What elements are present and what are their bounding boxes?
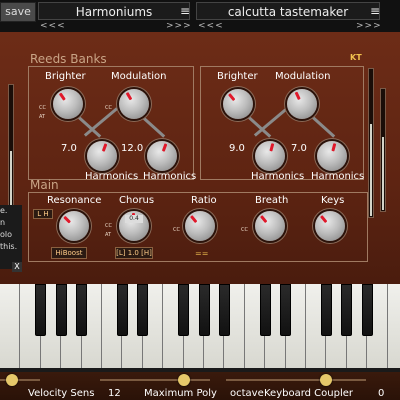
tooltip-line: n xyxy=(0,218,6,227)
brighter-knob[interactable] xyxy=(223,89,253,119)
resonance-knob[interactable] xyxy=(59,211,89,241)
save-button[interactable]: save xyxy=(0,2,36,22)
black-key[interactable] xyxy=(320,284,332,336)
piano-keyboard xyxy=(0,284,400,372)
black-key[interactable] xyxy=(35,284,47,336)
coupler-slider-handle[interactable] xyxy=(320,374,332,386)
bottom-bar: Velocity Sens 12 Maximum Poly octave Key… xyxy=(0,372,400,400)
preset-name-select[interactable]: calcutta tastemaker xyxy=(196,2,380,20)
max-poly-slider-handle[interactable] xyxy=(178,374,190,386)
reed-bank-1: Brighter Modulation CC AT CC 7.0 12.0 Ha… xyxy=(28,66,197,182)
resonance-label: Resonance xyxy=(47,195,102,206)
coupler-slider-track[interactable] xyxy=(226,379,366,381)
cc-tag: CC xyxy=(105,105,112,111)
category-menu-icon[interactable]: ≡ xyxy=(178,3,192,19)
modulation-knob[interactable] xyxy=(287,89,317,119)
chorus-label: Chorus xyxy=(119,195,155,206)
main-title: Main xyxy=(30,178,59,192)
white-key[interactable] xyxy=(0,284,21,368)
brighter-label: Brighter xyxy=(45,71,86,82)
prev-preset-button[interactable]: <<< xyxy=(198,20,224,32)
ratio-label: Ratio xyxy=(191,195,217,206)
black-key[interactable] xyxy=(55,284,67,336)
keys-knob[interactable] xyxy=(315,211,345,241)
black-key[interactable] xyxy=(361,284,373,336)
value-mid: 7.0 xyxy=(291,143,307,154)
harmonics-label: Harmonics xyxy=(143,171,197,182)
chorus-mode-button[interactable]: [L] 1.0 [H] xyxy=(115,247,153,259)
cc-tag: CC xyxy=(39,105,46,111)
connector-line xyxy=(253,107,288,137)
harmonics-knob-b[interactable] xyxy=(147,141,177,171)
lh-toggle[interactable]: L H xyxy=(33,209,53,219)
cc-tag: CC xyxy=(105,223,112,229)
connector-line xyxy=(83,107,118,137)
at-tag: AT xyxy=(105,232,112,238)
white-key[interactable] xyxy=(387,284,400,368)
tooltip-panel: e. n olo this. xyxy=(0,205,22,269)
preset-category-select[interactable]: Harmoniums xyxy=(38,2,190,20)
modulation-label: Modulation xyxy=(111,71,167,82)
black-key[interactable] xyxy=(341,284,353,336)
harmonics-label: Harmonics xyxy=(85,171,139,182)
brighter-label: Brighter xyxy=(217,71,258,82)
black-key[interactable] xyxy=(280,284,292,336)
preset-menu-icon[interactable]: ≡ xyxy=(368,3,382,19)
coupler-value: 0 xyxy=(378,388,385,399)
brighter-knob[interactable] xyxy=(53,89,83,119)
max-poly-label: Maximum Poly xyxy=(144,388,217,399)
reed-bank-2: Brighter Modulation 9.0 7.0 Harmonics Ha… xyxy=(200,66,365,182)
hiboost-button[interactable]: HiBoost xyxy=(51,247,87,259)
right-level-meter[interactable] xyxy=(368,68,374,218)
black-key[interactable] xyxy=(218,284,230,336)
black-key[interactable] xyxy=(116,284,128,336)
modulation-knob[interactable] xyxy=(119,89,149,119)
harmonics-knob-b[interactable] xyxy=(317,141,347,171)
at-tag: AT xyxy=(39,114,46,120)
cc-tag: CC xyxy=(241,227,248,233)
black-key[interactable] xyxy=(137,284,149,336)
value-left: 9.0 xyxy=(229,143,245,154)
ratio-value: == xyxy=(195,249,209,258)
synth-panel: Reeds Banks KT Brighter Modulation CC AT… xyxy=(0,32,400,284)
velocity-sens-label: Velocity Sens xyxy=(28,388,95,399)
harmonics-label: Harmonics xyxy=(311,171,365,182)
black-key[interactable] xyxy=(198,284,210,336)
right-level-meter-2[interactable] xyxy=(380,88,386,212)
next-category-button[interactable]: >>> xyxy=(166,20,192,32)
chorus-value: 0.4 xyxy=(125,215,143,223)
breath-label: Breath xyxy=(255,195,289,206)
velocity-slider-handle[interactable] xyxy=(6,374,18,386)
main-section: Resonance Chorus Ratio Breath Keys L H H… xyxy=(28,192,368,262)
octave-label: octave xyxy=(230,388,264,399)
next-preset-button[interactable]: >>> xyxy=(356,20,382,32)
harmonics-knob-a[interactable] xyxy=(255,141,285,171)
reeds-banks-title: Reeds Banks xyxy=(30,52,107,66)
keys-label: Keys xyxy=(321,195,345,206)
cc-tag: CC xyxy=(173,227,180,233)
breath-knob[interactable] xyxy=(255,211,285,241)
keyboard-coupler-label: Keyboard Coupler xyxy=(264,388,354,399)
harmonics-label: Harmonics xyxy=(251,171,305,182)
black-key[interactable] xyxy=(76,284,88,336)
black-key[interactable] xyxy=(178,284,190,336)
value-left: 7.0 xyxy=(61,143,77,154)
max-poly-slider-track[interactable] xyxy=(100,379,210,381)
kt-label: KT xyxy=(350,53,362,62)
max-poly-value: 12 xyxy=(108,388,121,399)
prev-category-button[interactable]: <<< xyxy=(40,20,66,32)
tooltip-close-button[interactable]: X xyxy=(12,262,22,272)
tooltip-line: olo xyxy=(0,230,13,239)
value-mid: 12.0 xyxy=(121,143,144,154)
harmonics-knob-a[interactable] xyxy=(87,141,117,171)
modulation-label: Modulation xyxy=(275,71,331,82)
preset-bar: save Harmoniums ≡ <<< >>> calcutta taste… xyxy=(0,0,400,32)
ratio-knob[interactable] xyxy=(185,211,215,241)
tooltip-line: e. xyxy=(0,206,8,215)
tooltip-line: this. xyxy=(0,242,18,251)
black-key[interactable] xyxy=(259,284,271,336)
